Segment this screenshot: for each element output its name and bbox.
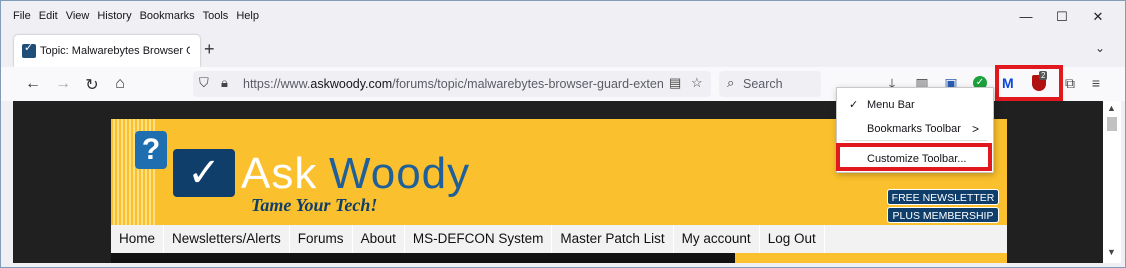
highlight-box-customize (836, 143, 992, 171)
close-button[interactable]: ✕ (1083, 9, 1113, 29)
content-area-dark (111, 253, 735, 263)
nav-master-patch-list[interactable]: Master Patch List (552, 225, 674, 253)
tracking-shield-icon[interactable]: ⛉ (199, 75, 209, 91)
menu-history[interactable]: History (97, 10, 131, 22)
menu-file[interactable]: File (13, 10, 31, 22)
menu-view[interactable]: View (66, 10, 90, 22)
search-placeholder: Search (743, 77, 783, 91)
ctx-menu-bar[interactable]: ✓ Menu Bar (837, 94, 993, 116)
nav-log-out[interactable]: Log Out (760, 225, 825, 253)
logo-tagline: Tame Your Tech! (251, 195, 378, 215)
nav-ms-defcon[interactable]: MS-DEFCON System (405, 225, 553, 253)
menu-tools[interactable]: Tools (203, 10, 229, 22)
tab-active[interactable]: Topic: Malwarebytes Browser G (14, 35, 200, 67)
home-button[interactable]: ⌂ (110, 75, 130, 93)
askwoody-favicon-icon (22, 41, 36, 58)
tab-title: Topic: Malwarebytes Browser G (40, 45, 190, 57)
nav-about[interactable]: About (353, 225, 405, 253)
tab-bar: Topic: Malwarebytes Browser G + ⌄ (1, 31, 1125, 67)
forward-button[interactable]: → (53, 75, 73, 93)
highlight-box-extensions (995, 65, 1063, 101)
list-all-tabs-chevron-icon[interactable]: ⌄ (1095, 41, 1105, 55)
browser-window: File Edit View History Bookmarks Tools H… (0, 0, 1126, 268)
maximize-button[interactable]: ☐ (1047, 9, 1077, 29)
reader-view-icon[interactable]: ▤ (669, 75, 681, 91)
nav-forums[interactable]: Forums (290, 225, 353, 253)
reload-button[interactable]: ↻ (82, 75, 102, 95)
ctx-bookmarks-toolbar[interactable]: Bookmarks Toolbar > (837, 118, 993, 140)
logo-woody[interactable]: Woody (329, 149, 470, 199)
search-bar[interactable]: ⌕ Search (719, 71, 821, 97)
nav-my-account[interactable]: My account (674, 225, 760, 253)
scroll-down-arrow-icon[interactable]: ▼ (1107, 247, 1116, 257)
submenu-arrow-icon: > (971, 122, 979, 136)
search-icon: ⌕ (727, 75, 735, 90)
vertical-scrollbar[interactable]: ▲ ▼ (1103, 101, 1121, 263)
bookmark-star-icon[interactable]: ☆ (691, 75, 703, 91)
checkmark-icon: ✓ (849, 99, 859, 111)
logo-ask[interactable]: Ask (241, 149, 317, 199)
question-bubble-icon: ? (135, 131, 167, 169)
url-bar[interactable]: ⛉ 🔒︎ https://www.askwoody.com/forums/top… (193, 71, 711, 97)
menu-help[interactable]: Help (236, 10, 259, 22)
app-menu-icon[interactable]: ≡ (1087, 75, 1105, 91)
menu-edit[interactable]: Edit (39, 10, 58, 22)
free-newsletter-button[interactable]: FREE NEWSLETTER (887, 189, 999, 205)
url-text[interactable]: https://www.askwoody.com/forums/topic/ma… (243, 77, 663, 91)
scroll-up-arrow-icon[interactable]: ▲ (1107, 103, 1116, 113)
menu-bar: File Edit View History Bookmarks Tools H… (1, 1, 1125, 31)
site-nav-menu: Home Newsletters/Alerts Forums About MS-… (111, 225, 1007, 253)
content-area-yellow (735, 253, 1007, 263)
lock-icon[interactable]: 🔒︎ (221, 75, 228, 91)
nav-newsletters[interactable]: Newsletters/Alerts (164, 225, 290, 253)
checkmark-bubble-icon: ✓ (173, 149, 235, 197)
nav-home[interactable]: Home (111, 225, 165, 253)
plus-membership-button[interactable]: PLUS MEMBERSHIP (887, 207, 999, 223)
ctx-separator (843, 140, 987, 141)
menu-bookmarks[interactable]: Bookmarks (140, 10, 195, 22)
back-button[interactable]: ← (23, 75, 43, 93)
extensions-icon[interactable]: ⧉ (1061, 75, 1079, 92)
minimize-button[interactable]: — (1011, 9, 1041, 29)
new-tab-button[interactable]: + (204, 39, 215, 60)
scroll-thumb[interactable] (1107, 117, 1117, 131)
